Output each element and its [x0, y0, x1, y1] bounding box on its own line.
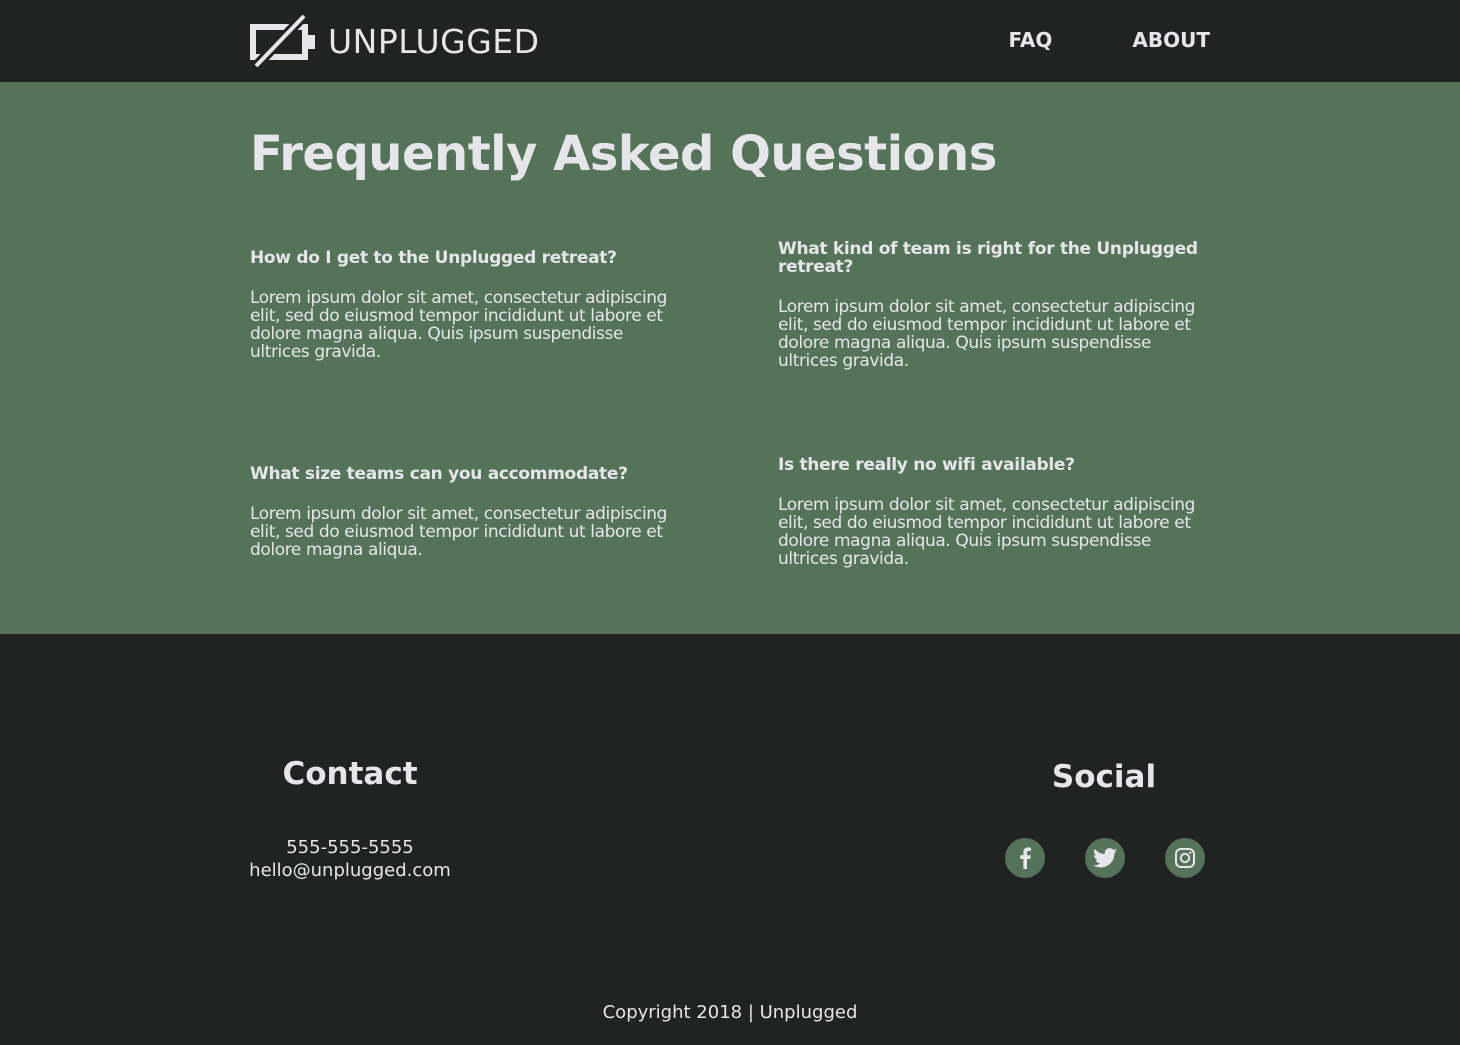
nav-link-about[interactable]: ABOUT: [1132, 28, 1210, 52]
faq-item: What kind of team is right for the Unplu…: [778, 240, 1210, 370]
facebook-icon[interactable]: [1005, 838, 1045, 878]
faq-answer: Lorem ipsum dolor sit amet, consectetur …: [250, 288, 668, 362]
copyright: Copyright 2018 | Unplugged: [602, 1002, 858, 1023]
unplugged-battery-icon: [250, 14, 318, 68]
faq-item: What size teams can you accommodate? Lor…: [250, 465, 682, 559]
faq-item: Is there really no wifi available? Lorem…: [778, 456, 1210, 568]
contact-phone[interactable]: 555-555-5555: [230, 836, 470, 859]
social-heading: Social: [1051, 759, 1157, 795]
faq-question: Is there really no wifi available?: [778, 455, 1075, 475]
social-links: [1005, 838, 1205, 878]
faq-answer: Lorem ipsum dolor sit amet, consectetur …: [778, 495, 1196, 569]
contact-email[interactable]: hello@unplugged.com: [230, 859, 470, 882]
faq-question: How do I get to the Unplugged retreat?: [250, 248, 617, 268]
faq-answer: Lorem ipsum dolor sit amet, consectetur …: [250, 504, 668, 560]
faq-question: What kind of team is right for the Unplu…: [778, 239, 1198, 277]
contact-info: 555-555-5555 hello@unplugged.com: [230, 836, 470, 882]
faq-question: What size teams can you accommodate?: [250, 464, 628, 484]
instagram-icon[interactable]: [1165, 838, 1205, 878]
faq-item: How do I get to the Unplugged retreat? L…: [250, 249, 682, 361]
twitter-icon[interactable]: [1085, 838, 1125, 878]
logo[interactable]: UNPLUGGED: [250, 14, 540, 68]
nav-link-faq[interactable]: FAQ: [1009, 28, 1053, 52]
logo-text: UNPLUGGED: [328, 21, 540, 61]
contact-heading: Contact: [282, 756, 418, 792]
faq-section: Frequently Asked Questions How do I get …: [0, 82, 1460, 634]
page-title: Frequently Asked Questions: [250, 126, 997, 182]
main-nav: FAQ ABOUT: [1009, 28, 1210, 52]
faq-answer: Lorem ipsum dolor sit amet, consectetur …: [778, 297, 1196, 371]
site-header: UNPLUGGED FAQ ABOUT: [0, 0, 1460, 82]
